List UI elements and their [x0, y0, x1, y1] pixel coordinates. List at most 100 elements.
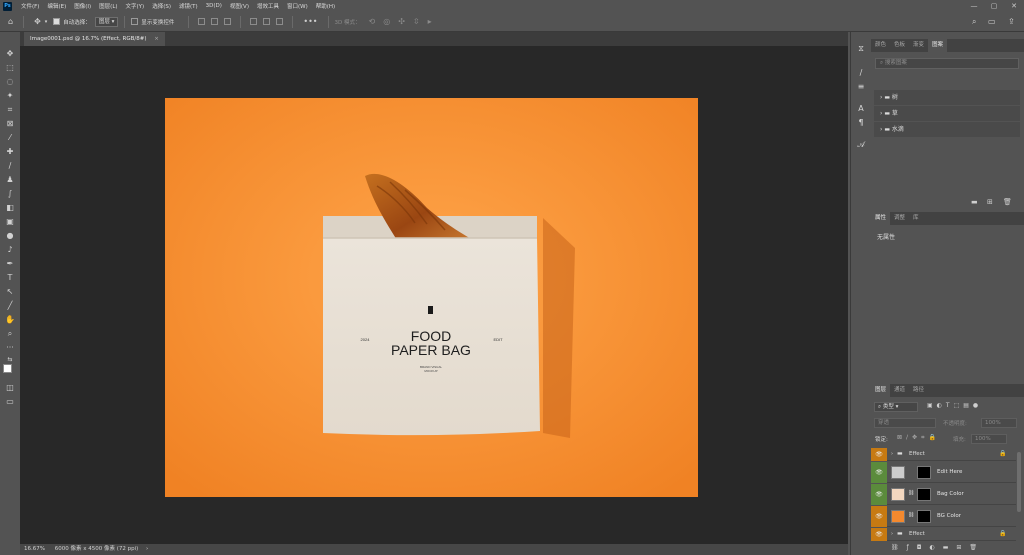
- quick-mask-icon[interactable]: ◫: [4, 382, 16, 393]
- menu-filter[interactable]: 滤镜(T): [175, 2, 202, 10]
- align-center-icon[interactable]: [211, 18, 219, 25]
- auto-select-checkbox[interactable]: [53, 18, 61, 25]
- pattern-search-input[interactable]: ⌕ 搜索图案: [875, 58, 1019, 69]
- layers-footer-icons[interactable]: ⛓ƒ◘◐▬⊞🗑: [891, 544, 985, 551]
- maximize-button[interactable]: ▢: [984, 0, 1004, 12]
- brush-tool-icon[interactable]: ∕: [4, 160, 16, 171]
- menu-view[interactable]: 视图(V): [226, 2, 253, 10]
- align-right-icon[interactable]: [224, 18, 232, 25]
- pattern-group-tree[interactable]: › ▬ 树: [874, 90, 1020, 105]
- marquee-tool-icon[interactable]: ⬚: [4, 62, 16, 73]
- dodge-tool-icon[interactable]: ♪: [4, 244, 16, 255]
- more-tools-icon[interactable]: ···: [4, 342, 16, 353]
- more-options-icon[interactable]: •••: [303, 17, 317, 26]
- menu-select[interactable]: 选择(S): [148, 2, 175, 10]
- chevron-down-icon[interactable]: ▾: [45, 19, 48, 25]
- tab-color[interactable]: 颜色: [871, 39, 890, 52]
- close-button[interactable]: ✕: [1004, 0, 1024, 12]
- search-icon[interactable]: ⌕: [972, 17, 976, 27]
- visibility-eye-icon[interactable]: 👁: [871, 528, 887, 541]
- move-tool-icon[interactable]: ✥: [4, 48, 16, 59]
- close-tab-icon[interactable]: ×: [154, 36, 159, 42]
- photoshop-logo[interactable]: Ps: [3, 1, 12, 11]
- tab-paths[interactable]: 路径: [909, 384, 928, 397]
- gradient-tool-icon[interactable]: ▣: [4, 216, 16, 227]
- status-menu-arrow[interactable]: ›: [146, 546, 148, 552]
- tab-properties[interactable]: 属性: [871, 212, 891, 225]
- character-icon[interactable]: A: [856, 104, 866, 113]
- menu-window[interactable]: 窗口(W): [283, 2, 312, 10]
- eyedropper-tool-icon[interactable]: ⁄: [4, 132, 16, 143]
- share-icon[interactable]: ⇪: [1008, 17, 1015, 26]
- new-group-icon[interactable]: ▬: [971, 198, 978, 206]
- chevron-right-icon[interactable]: ›: [891, 531, 893, 537]
- tab-channels[interactable]: 通道: [890, 384, 909, 397]
- pan-3d-icon[interactable]: ✣: [398, 17, 405, 26]
- slide-3d-icon[interactable]: ⇳: [413, 17, 420, 26]
- menu-type[interactable]: 文字(Y): [122, 2, 149, 10]
- lasso-tool-icon[interactable]: ◌: [4, 76, 16, 87]
- align-bottom-icon[interactable]: [276, 18, 284, 25]
- brush-settings-icon[interactable]: ∕: [856, 68, 866, 77]
- tab-libraries[interactable]: 库: [909, 212, 923, 225]
- tab-adjustments[interactable]: 调整: [890, 212, 909, 225]
- visibility-eye-icon[interactable]: 👁: [871, 462, 887, 483]
- pattern-group-grass[interactable]: › ▬ 草: [874, 106, 1020, 121]
- menu-image[interactable]: 图像(I): [70, 2, 95, 10]
- tab-gradients[interactable]: 渐变: [909, 39, 928, 52]
- document-tab[interactable]: Image0001.psd @ 16.7% (Effect, RGB/8#) ×: [24, 32, 165, 46]
- trash-icon[interactable]: 🗑: [1003, 198, 1012, 206]
- align-top-icon[interactable]: [250, 18, 258, 25]
- eraser-tool-icon[interactable]: ◧: [4, 202, 16, 213]
- crop-tool-icon[interactable]: ⌗: [4, 104, 16, 115]
- stamp-tool-icon[interactable]: ♟: [4, 174, 16, 185]
- home-icon[interactable]: ⌂: [8, 17, 13, 26]
- new-pattern-icon[interactable]: ⊞: [987, 198, 993, 206]
- hand-tool-icon[interactable]: ✋: [4, 314, 16, 325]
- glyphs-icon[interactable]: 𝒜: [856, 140, 866, 150]
- layer-row[interactable]: 👁 › ▬ Effect 🔒: [871, 528, 1016, 541]
- layer-row[interactable]: 👁 › ▬ Effect 🔒: [871, 448, 1016, 461]
- frame-tool-icon[interactable]: ⊠: [4, 118, 16, 129]
- layer-row[interactable]: 👁 Edit Here: [871, 462, 1016, 483]
- show-transform-checkbox[interactable]: [131, 18, 139, 25]
- blend-mode-dropdown[interactable]: 穿透: [874, 418, 936, 428]
- path-selection-icon[interactable]: ↖: [4, 286, 16, 297]
- tab-layers[interactable]: 图层: [871, 384, 891, 397]
- fill-input[interactable]: 100%: [971, 434, 1007, 444]
- align-middle-icon[interactable]: [263, 18, 271, 25]
- menu-help[interactable]: 帮助(H): [312, 2, 339, 10]
- camera-3d-icon[interactable]: ▸: [428, 17, 432, 26]
- line-tool-icon[interactable]: ╱: [4, 300, 16, 311]
- foreground-color-swatch[interactable]: [3, 364, 12, 373]
- chevron-right-icon[interactable]: ›: [891, 451, 893, 457]
- adjustments-icon[interactable]: ≡: [856, 82, 866, 91]
- menu-3d[interactable]: 3D(D): [202, 3, 226, 9]
- workspace-icon[interactable]: ▭: [988, 17, 996, 26]
- layer-filter-icons[interactable]: ▣◐T⬚▤●: [927, 402, 982, 409]
- screen-mode-icon[interactable]: ▭: [4, 396, 16, 407]
- menu-plugins[interactable]: 增效工具: [253, 2, 283, 10]
- visibility-eye-icon[interactable]: 👁: [871, 506, 887, 527]
- opacity-input[interactable]: 100%: [981, 418, 1017, 428]
- lock-icons[interactable]: ⊠∕✥⌗🔒: [897, 434, 940, 442]
- visibility-eye-icon[interactable]: 👁: [871, 448, 887, 461]
- pen-tool-icon[interactable]: ✒: [4, 258, 16, 269]
- zoom-level[interactable]: 16.67%: [24, 546, 45, 552]
- auto-select-dropdown[interactable]: 图层 ▾: [94, 16, 119, 27]
- layers-scrollbar[interactable]: [1017, 452, 1021, 512]
- magic-wand-tool-icon[interactable]: ✦: [4, 90, 16, 101]
- menu-edit[interactable]: 编辑(E): [43, 2, 70, 10]
- roll-3d-icon[interactable]: ◎: [383, 17, 390, 26]
- menu-file[interactable]: 文件(F): [17, 2, 43, 10]
- tab-patterns[interactable]: 图案: [928, 39, 948, 52]
- blur-tool-icon[interactable]: ●: [4, 230, 16, 241]
- document-canvas[interactable]: FOOD PAPER BAG 2024 EDIT BRAND VISUAL MO…: [165, 98, 698, 497]
- tab-swatches[interactable]: 色板: [890, 39, 909, 52]
- align-left-icon[interactable]: [198, 18, 206, 25]
- paragraph-icon[interactable]: ¶: [856, 118, 866, 127]
- type-tool-icon[interactable]: T: [4, 272, 16, 283]
- minimize-button[interactable]: —: [964, 0, 984, 12]
- zoom-tool-icon[interactable]: ⌕: [4, 328, 16, 339]
- canvas-area[interactable]: FOOD PAPER BAG 2024 EDIT BRAND VISUAL MO…: [20, 46, 848, 544]
